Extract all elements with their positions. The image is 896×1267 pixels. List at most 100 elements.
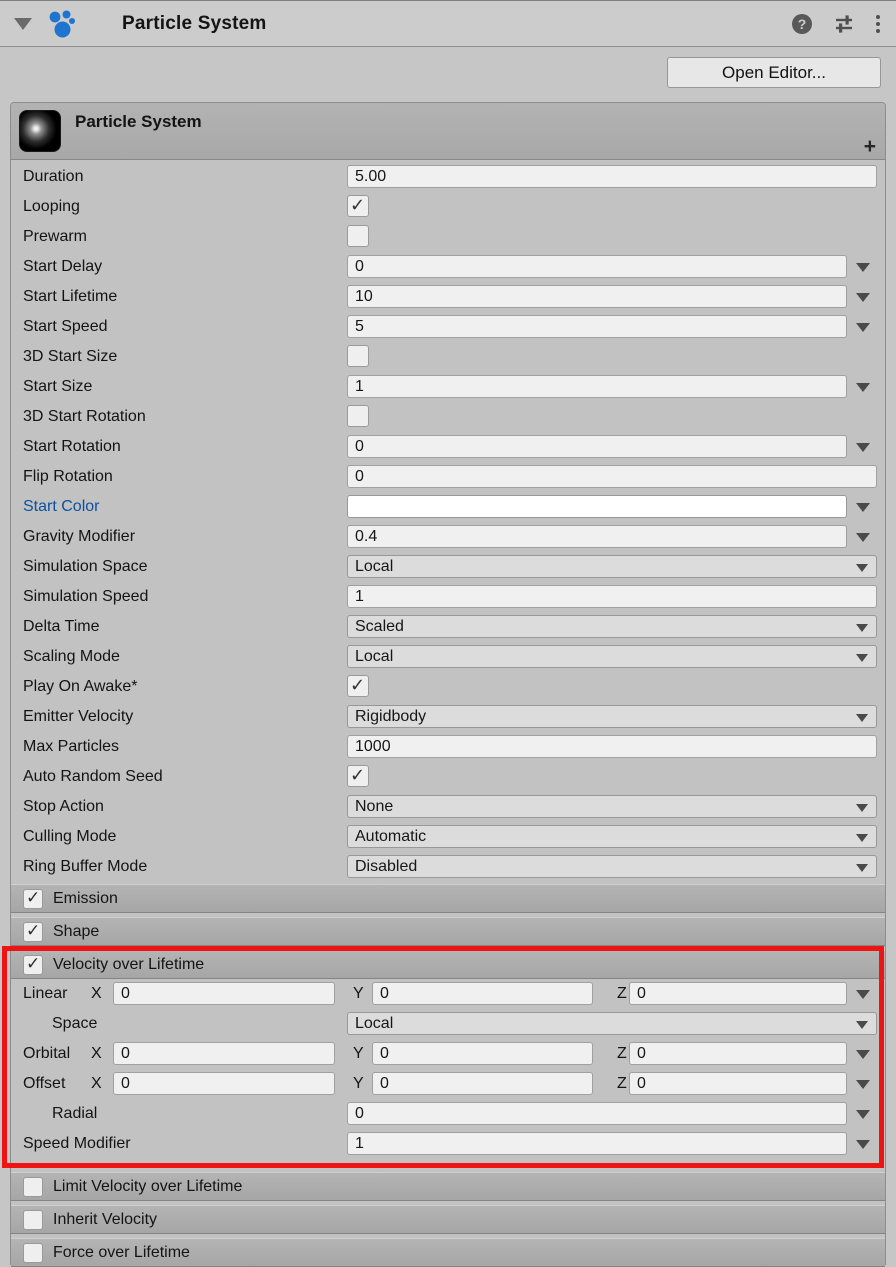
checkbox[interactable] [347, 345, 369, 367]
module-enable-checkbox[interactable] [23, 1177, 43, 1197]
module-bar-inherit-velocity[interactable]: Inherit Velocity [11, 1205, 885, 1234]
x-value-field[interactable]: 0 [113, 1072, 335, 1095]
y-value-field[interactable]: 0 [372, 1042, 593, 1065]
row-play-on-awake: Play On Awake* [11, 672, 885, 702]
axis-z-label: Z [617, 1069, 627, 1099]
row-label: Stop Action [23, 792, 104, 822]
checkbox[interactable] [347, 405, 369, 427]
curve-value-field[interactable]: 0.4 [347, 525, 847, 548]
presets-icon[interactable] [833, 13, 855, 35]
curve-dropdown-arrow-icon[interactable] [856, 443, 870, 452]
curve-value-field[interactable]: 5 [347, 315, 847, 338]
curve-dropdown-arrow-icon[interactable] [856, 1050, 870, 1059]
dropdown[interactable]: Rigidbody [347, 705, 877, 728]
text-field[interactable]: 5.00 [347, 165, 877, 188]
curve-dropdown-arrow-icon[interactable] [856, 990, 870, 999]
row-start-delay: Start Delay 0 [11, 252, 885, 282]
module-bar-label: Velocity over Lifetime [53, 951, 204, 979]
row-label: Play On Awake* [23, 672, 137, 702]
dropdown[interactable]: Local [347, 555, 877, 578]
row-simulation-speed: Simulation Speed 1 [11, 582, 885, 612]
curve-value-field[interactable]: 0 [347, 1102, 847, 1125]
module-enable-checkbox[interactable] [23, 1210, 43, 1230]
foldout-arrow-icon[interactable] [14, 18, 32, 30]
dropdown[interactable]: Automatic [347, 825, 877, 848]
curve-value-field[interactable]: 1 [347, 1132, 847, 1155]
curve-value-field[interactable]: 0 [347, 255, 847, 278]
row-looping: Looping [11, 192, 885, 222]
row-flip-rotation: Flip Rotation 0 [11, 462, 885, 492]
row-label: Orbital [23, 1039, 70, 1069]
add-component-plus-icon[interactable]: + [864, 136, 876, 157]
dropdown-value: Local [355, 1015, 393, 1032]
color-swatch[interactable] [347, 495, 847, 518]
z-value-field[interactable]: 0 [629, 1072, 847, 1095]
row-start-lifetime: Start Lifetime 10 [11, 282, 885, 312]
checkbox[interactable] [347, 675, 369, 697]
curve-dropdown-arrow-icon[interactable] [856, 293, 870, 302]
curve-dropdown-arrow-icon[interactable] [856, 323, 870, 332]
help-icon[interactable]: ? [792, 14, 812, 34]
checkbox[interactable] [347, 765, 369, 787]
z-value-field[interactable]: 0 [629, 982, 847, 1005]
dropdown-value: Automatic [355, 828, 426, 845]
module-enable-checkbox[interactable] [23, 889, 43, 909]
row-label: 3D Start Size [23, 342, 117, 372]
x-value-field[interactable]: 0 [113, 982, 335, 1005]
dropdown-value: Local [355, 648, 393, 665]
module-bar-velocity-over-lifetime[interactable]: Velocity over Lifetime [11, 950, 885, 979]
dropdown[interactable]: Disabled [347, 855, 877, 878]
row-prewarm: Prewarm [11, 222, 885, 252]
row-3d-start-rotation: 3D Start Rotation [11, 402, 885, 432]
curve-dropdown-arrow-icon[interactable] [856, 533, 870, 542]
text-field[interactable]: 1 [347, 585, 877, 608]
row-label: Speed Modifier [23, 1129, 131, 1159]
curve-value-field[interactable]: 10 [347, 285, 847, 308]
curve-dropdown-arrow-icon[interactable] [856, 383, 870, 392]
module-enable-checkbox[interactable] [23, 1243, 43, 1263]
row-speed-modifier: Speed Modifier 1 [11, 1129, 885, 1159]
row-stop-action: Stop Action None [11, 792, 885, 822]
curve-dropdown-arrow-icon[interactable] [856, 1080, 870, 1089]
x-value-field[interactable]: 0 [113, 1042, 335, 1065]
module-bar-shape[interactable]: Shape [11, 917, 885, 946]
text-field[interactable]: 0 [347, 465, 877, 488]
module-bar-emission[interactable]: Emission [11, 884, 885, 913]
kebab-menu-icon[interactable] [876, 15, 880, 33]
row-start-rotation: Start Rotation 0 [11, 432, 885, 462]
modules-after-host: Emission Shape [11, 884, 885, 946]
text-field[interactable]: 1000 [347, 735, 877, 758]
row-label: Start Speed [23, 312, 108, 342]
main-module-header: Particle System + [11, 103, 885, 160]
row-start-size: Start Size 1 [11, 372, 885, 402]
module-enable-checkbox[interactable] [23, 955, 43, 975]
row-label: Radial [52, 1099, 97, 1129]
dropdown[interactable]: Local [347, 645, 877, 668]
dropdown[interactable]: Scaled [347, 615, 877, 638]
y-value-field[interactable]: 0 [372, 982, 593, 1005]
curve-dropdown-arrow-icon[interactable] [856, 263, 870, 272]
checkbox[interactable] [347, 225, 369, 247]
curve-value-field[interactable]: 0 [347, 435, 847, 458]
curve-value-field[interactable]: 1 [347, 375, 847, 398]
row-label: Space [52, 1009, 97, 1039]
row-start-speed: Start Speed 5 [11, 312, 885, 342]
open-editor-button[interactable]: Open Editor... [667, 57, 881, 88]
curve-dropdown-arrow-icon[interactable] [856, 1110, 870, 1119]
dropdown[interactable]: None [347, 795, 877, 818]
z-value-field[interactable]: 0 [629, 1042, 847, 1065]
module-enable-checkbox[interactable] [23, 922, 43, 942]
row-max-particles: Max Particles 1000 [11, 732, 885, 762]
y-value-field[interactable]: 0 [372, 1072, 593, 1095]
row-label: Max Particles [23, 732, 119, 762]
dropdown-value: Disabled [355, 858, 417, 875]
row-label: Start Delay [23, 252, 102, 282]
module-bar-limit-velocity-over-lifetime[interactable]: Limit Velocity over Lifetime [11, 1172, 885, 1201]
color-dropdown-arrow-icon[interactable] [856, 503, 870, 512]
row-label: Start Size [23, 372, 92, 402]
dropdown[interactable]: Local [347, 1012, 877, 1035]
row-label: Flip Rotation [23, 462, 113, 492]
module-bar-force-over-lifetime[interactable]: Force over Lifetime [11, 1238, 885, 1267]
curve-dropdown-arrow-icon[interactable] [856, 1140, 870, 1149]
checkbox[interactable] [347, 195, 369, 217]
